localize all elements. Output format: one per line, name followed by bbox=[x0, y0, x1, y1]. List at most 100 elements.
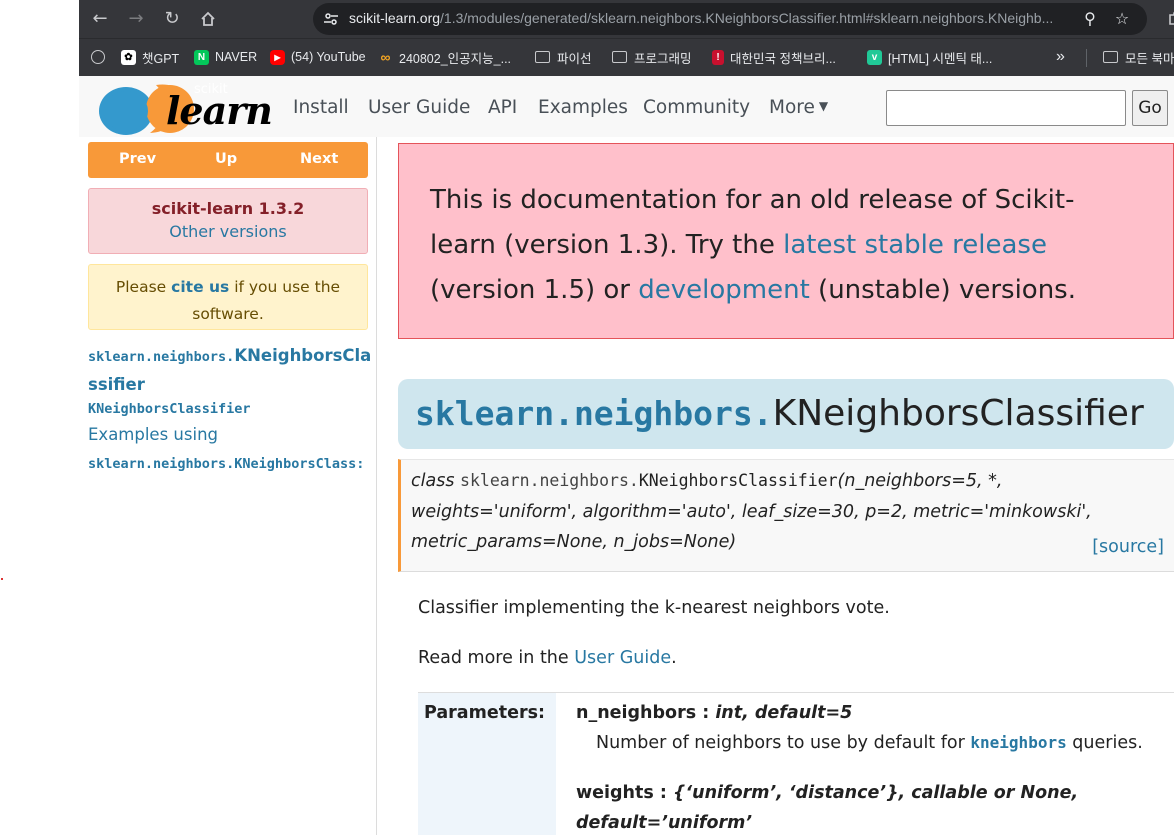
latest-stable-link[interactable]: latest stable release bbox=[783, 230, 1047, 260]
folder-icon bbox=[535, 51, 550, 63]
class-signature: class sklearn.neighbors.KNeighborsClassi… bbox=[398, 459, 1174, 572]
folder-icon bbox=[612, 51, 627, 63]
warning-text: This is documentation for an old release… bbox=[430, 185, 1076, 305]
forward-icon[interactable]: → bbox=[124, 7, 148, 31]
param-weights: weights : {‘uniform’, ‘distance’}, calla… bbox=[576, 783, 1079, 803]
version-title: scikit-learn 1.3.2 bbox=[151, 199, 305, 218]
bookmarks-bar: ✿ 챗GPT N NAVER ▶ (54) YouTube ∞ 240802_인공지능_… bbox=[79, 38, 1174, 76]
bookmark-policy-briefing[interactable]: ! 대한민국 정책브리... bbox=[712, 47, 836, 67]
other-versions-link[interactable]: Other versions bbox=[89, 222, 367, 241]
kneighbors-link[interactable]: kneighbors bbox=[970, 733, 1066, 752]
main-content: This is documentation for an old release… bbox=[378, 137, 1174, 835]
cite-pre: Please bbox=[115, 278, 167, 296]
cite-us-link[interactable]: cite us bbox=[171, 278, 229, 296]
bookmark-label: 240802_인공지능_... bbox=[399, 51, 512, 66]
home-icon[interactable] bbox=[196, 7, 220, 31]
caret-down-icon: ▼ bbox=[818, 99, 829, 113]
title-class: KNeighborsClassifier bbox=[772, 393, 1144, 434]
param-n-neighbors: n_neighbors : int, default=5 bbox=[576, 703, 853, 723]
bookmark-label: 모든 북마 bbox=[1125, 51, 1174, 66]
scikit-learn-logo[interactable]: scikit learn bbox=[98, 79, 273, 135]
stray-dot bbox=[1, 578, 3, 580]
bookmark-label: [HTML] 시멘틱 태... bbox=[888, 51, 993, 66]
more-bookmarks-button[interactable]: » bbox=[1056, 47, 1065, 67]
nav-install[interactable]: Install bbox=[293, 97, 349, 118]
bookmark-youtube[interactable]: ▶ (54) YouTube bbox=[270, 47, 366, 67]
bookmark-chatgpt[interactable]: ✿ 챗GPT bbox=[121, 47, 179, 67]
site-info-icon[interactable] bbox=[323, 11, 339, 27]
next-button[interactable]: Next bbox=[300, 151, 338, 167]
velog-icon: v bbox=[867, 49, 882, 65]
toc-class-2: ssifier bbox=[88, 375, 145, 394]
param-weights-default: default=’uniform’ bbox=[576, 813, 753, 833]
toc-module: sklearn.neighbors. bbox=[88, 349, 235, 365]
source-link[interactable]: [source] bbox=[1092, 537, 1164, 557]
bookmark-label: 파이선 bbox=[557, 51, 592, 66]
signature-line-1: class sklearn.neighbors.KNeighborsClassi… bbox=[411, 471, 1003, 491]
zoom-icon[interactable]: ⚲ bbox=[1079, 8, 1101, 30]
youtube-icon: ▶ bbox=[270, 49, 285, 65]
parameters-label: Parameters: bbox=[424, 703, 545, 723]
naver-icon: N bbox=[194, 49, 209, 65]
pager: Prev Up Next bbox=[88, 142, 368, 178]
bookmark-all-folder[interactable]: 모든 북마 bbox=[1103, 47, 1174, 67]
url-text: scikit-learn.org/1.3/modules/generated/s… bbox=[349, 10, 1054, 26]
bookmark-html-semantic[interactable]: v [HTML] 시멘틱 태... bbox=[867, 47, 992, 67]
title-module: sklearn.neighbors. bbox=[415, 394, 773, 433]
search-input[interactable] bbox=[886, 90, 1126, 126]
version-box: scikit-learn 1.3.2 Other versions bbox=[88, 188, 368, 254]
sidebar: Prev Up Next scikit-learn 1.3.2 Other ve… bbox=[79, 137, 377, 835]
nav-more-label: More bbox=[769, 97, 815, 118]
nav-examples[interactable]: Examples bbox=[538, 97, 628, 118]
cite-post-2: software. bbox=[192, 305, 264, 323]
toc-examples-target[interactable]: sklearn.neighbors.KNeighborsClass: bbox=[88, 456, 378, 472]
nav-community[interactable]: Community bbox=[643, 97, 750, 118]
back-icon[interactable]: ← bbox=[88, 7, 112, 31]
bookmark-naver[interactable]: N NAVER bbox=[194, 47, 257, 67]
cite-post: if you use the bbox=[234, 278, 341, 296]
bookmark-folder-programming[interactable]: 프로그래밍 bbox=[612, 47, 692, 67]
logo-big-text: learn bbox=[166, 88, 273, 133]
toc-class: KNeighborsCla bbox=[234, 346, 372, 365]
infinity-icon: ∞ bbox=[380, 48, 391, 65]
browser-toolbar: ← → ↻ scikit-learn.org/1.3/modules/gener… bbox=[79, 0, 1174, 38]
up-button[interactable]: Up bbox=[215, 151, 237, 167]
nav-user-guide[interactable]: User Guide bbox=[368, 97, 470, 118]
class-description: Classifier implementing the k-nearest ne… bbox=[418, 598, 890, 618]
bookmark-label: 프로그래밍 bbox=[634, 51, 692, 66]
read-more: Read more in the User Guide. bbox=[418, 648, 677, 668]
toc-examples-using[interactable]: Examples using bbox=[88, 425, 378, 444]
user-guide-link[interactable]: User Guide bbox=[574, 648, 671, 668]
old-version-warning: This is documentation for an old release… bbox=[398, 143, 1174, 339]
extensions-icon[interactable] bbox=[1163, 7, 1174, 31]
prev-button[interactable]: Prev bbox=[119, 151, 156, 167]
signature-line-2: weights='uniform', algorithm='auto', lea… bbox=[411, 502, 1092, 522]
nav-api[interactable]: API bbox=[488, 97, 517, 118]
bookmark-folder-python[interactable]: 파이선 bbox=[535, 47, 592, 67]
bookmark-label: 대한민국 정책브리... bbox=[730, 51, 836, 66]
go-button[interactable]: Go bbox=[1132, 90, 1168, 126]
globe-icon bbox=[91, 50, 105, 64]
page-title: sklearn.neighbors.KNeighborsClassifier bbox=[415, 393, 1144, 434]
folder-icon bbox=[1103, 51, 1118, 63]
bookmark-star-icon[interactable]: ☆ bbox=[1111, 8, 1133, 30]
toc-main-entry[interactable]: sklearn.neighbors.KNeighborsCla ssifier bbox=[88, 342, 378, 398]
bookmark-ai-class[interactable]: ∞ 240802_인공지능_... bbox=[378, 47, 512, 67]
address-bar[interactable]: scikit-learn.org/1.3/modules/generated/s… bbox=[313, 3, 1147, 35]
signature-line-3: metric_params=None, n_jobs=None) bbox=[411, 532, 737, 552]
bookmark-label: (54) YouTube bbox=[291, 50, 366, 64]
nav-more[interactable]: More ▼ bbox=[769, 97, 828, 118]
site-navbar: scikit learn Install User Guide API Exam… bbox=[79, 76, 1174, 137]
bookmark-label: 챗GPT bbox=[142, 51, 180, 66]
development-link[interactable]: development bbox=[638, 275, 810, 305]
cite-box: Please cite us if you use the software. bbox=[88, 264, 368, 330]
param-n-neighbors-desc: Number of neighbors to use by default fo… bbox=[596, 733, 1143, 753]
bookmark-label: NAVER bbox=[215, 50, 258, 64]
bookmark-globe[interactable] bbox=[91, 47, 105, 67]
toc-sub-entry[interactable]: KNeighborsClassifier bbox=[88, 401, 378, 417]
parameters-list: Parameters: n_neighbors : int, default=5… bbox=[418, 692, 1174, 835]
page-title-band: sklearn.neighbors.KNeighborsClassifier bbox=[398, 379, 1174, 449]
chatgpt-icon: ✿ bbox=[121, 49, 136, 65]
reload-icon[interactable]: ↻ bbox=[160, 7, 184, 31]
bookmarks-divider bbox=[1086, 49, 1087, 67]
